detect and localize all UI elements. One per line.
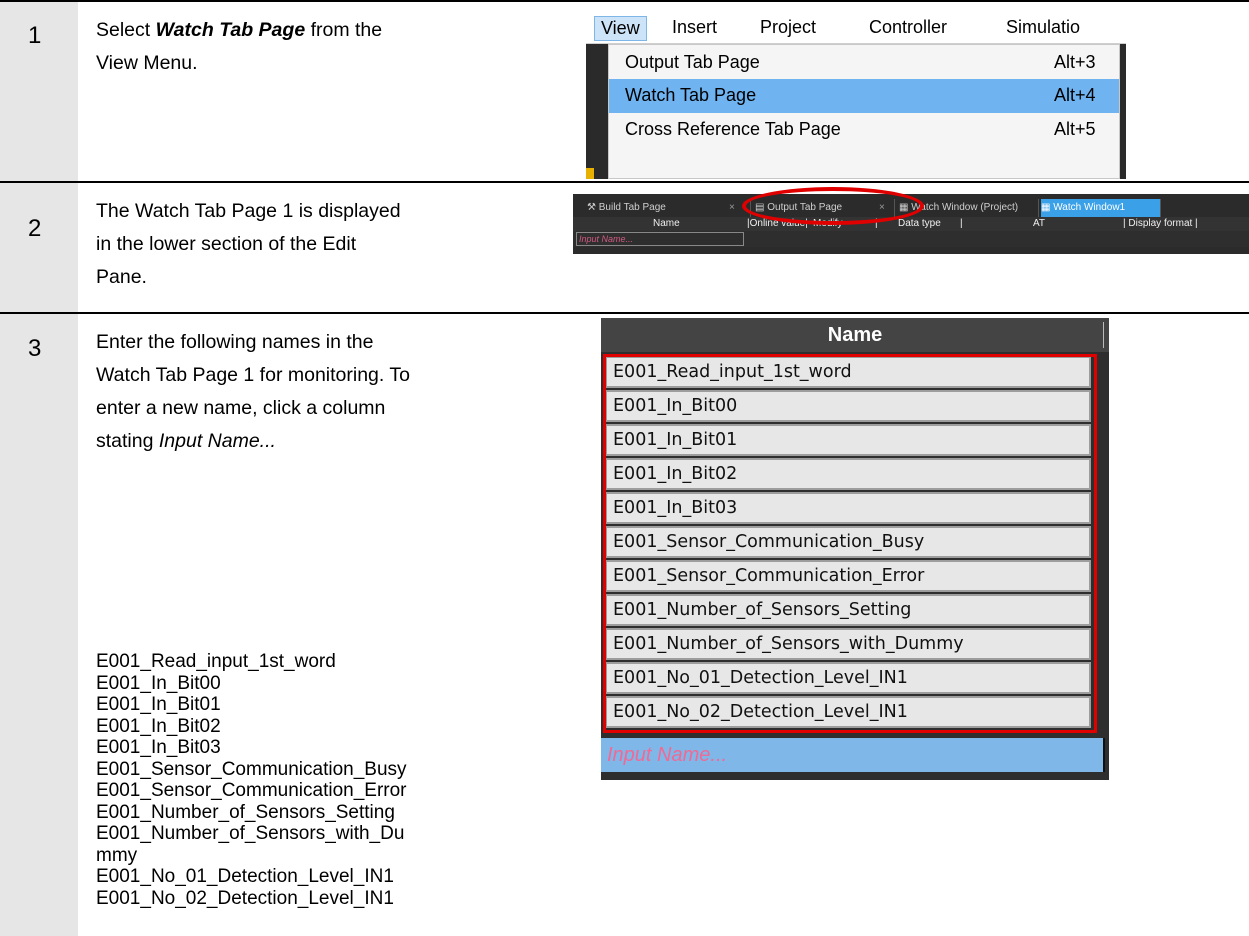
column-header: Name	[653, 218, 680, 229]
view-menu-screenshot: View Insert Project Controller Simulatio…	[586, 14, 1126, 179]
step-2-line: Pane.	[96, 266, 147, 288]
step-3-line: Enter the following names in the	[96, 331, 374, 353]
column-divider	[1103, 738, 1105, 772]
menu-item-output-tab-page[interactable]: Output Tab Page Alt+3	[609, 46, 1119, 80]
highlight-ellipse	[742, 187, 924, 225]
menu-bar: View Insert Project Controller Simulatio	[586, 14, 1126, 44]
menu-simulation[interactable]: Simulatio	[1006, 17, 1080, 38]
tab-watch-window1[interactable]: ▦ Watch Window1	[1041, 199, 1161, 217]
list-item: E001_Read_input_1st_word	[96, 651, 336, 672]
menu-insert[interactable]: Insert	[672, 17, 717, 38]
close-icon[interactable]: ×	[729, 199, 735, 217]
step-number: 1	[28, 22, 42, 49]
step-1-emphasis: Watch Tab Page	[155, 19, 306, 41]
menu-view[interactable]: View	[594, 16, 647, 41]
column-header: Data type	[898, 218, 941, 229]
toolbar-accent	[586, 168, 594, 179]
menu-project[interactable]: Project	[760, 17, 816, 38]
step-2-line: The Watch Tab Page 1 is displayed	[96, 200, 401, 222]
step-1-text: Select	[96, 19, 156, 41]
step-1-line-2: View Menu.	[96, 52, 198, 74]
list-item: E001_Number_of_Sensors_with_Du	[96, 823, 405, 844]
list-item: E001_Sensor_Communication_Error	[96, 780, 407, 801]
tab-label: Watch Window1	[1053, 202, 1126, 213]
tab-label: Watch Window (Project)	[911, 202, 1019, 213]
watch-icon: ▦	[1041, 202, 1051, 213]
list-item: E001_In_Bit00	[96, 672, 221, 694]
step-number-cell-2	[0, 183, 78, 312]
step-3-text: stating	[96, 430, 159, 452]
watch-input-row: Input Name...	[573, 231, 1249, 247]
menu-item-label: Cross Reference Tab Page	[625, 119, 841, 139]
editor-background	[1120, 44, 1126, 179]
list-item: E001_No_02_Detection_Level_IN1	[96, 887, 394, 909]
highlight-box	[603, 354, 1097, 733]
row-divider-1	[0, 181, 1249, 183]
list-item: mmy	[96, 844, 138, 866]
menu-controller[interactable]: Controller	[869, 17, 947, 38]
step-number-cell-3	[0, 314, 78, 936]
column-divider	[1103, 322, 1104, 348]
step-number: 2	[28, 215, 42, 242]
menu-item-label: Output Tab Page	[625, 52, 760, 72]
view-dropdown-menu: Output Tab Page Alt+3 Watch Tab Page Alt…	[608, 44, 1120, 179]
list-item: E001_Number_of_Sensors_Setting	[96, 801, 395, 823]
list-item: E001_No_01_Detection_Level_IN1	[96, 866, 394, 887]
menu-item-shortcut: Alt+5	[1054, 119, 1096, 139]
hammer-icon: ⚒	[587, 202, 596, 213]
list-item: E001_In_Bit02	[96, 715, 221, 737]
list-item: E001_Sensor_Communication_Busy	[96, 758, 407, 780]
menu-item-shortcut: Alt+3	[1054, 52, 1096, 72]
menu-item-label: Watch Tab Page	[625, 85, 757, 105]
step-1-text-after: from the	[305, 19, 383, 41]
list-item: E001_In_Bit01	[96, 694, 221, 715]
column-header: |	[960, 218, 963, 229]
step-number: 3	[28, 335, 42, 362]
name-column-header: Name	[601, 318, 1109, 352]
list-item: E001_In_Bit03	[96, 737, 221, 758]
tab-label: Build Tab Page	[598, 202, 666, 213]
step-1-line-1: Select Watch Tab Page from the	[96, 14, 382, 47]
menu-item-shortcut: Alt+4	[1054, 85, 1096, 105]
editor-background	[586, 44, 608, 179]
table-top-rule	[0, 0, 1249, 2]
menu-item-cross-reference-tab-page[interactable]: Cross Reference Tab Page Alt+5	[609, 113, 1119, 147]
column-header: AT	[1033, 218, 1046, 229]
step-3-emphasis: Input Name...	[158, 430, 276, 452]
watch-names-screenshot: Name E001_Read_input_1st_word E001_In_Bi…	[601, 318, 1109, 780]
step-2-line: in the lower section of the Edit	[96, 233, 357, 255]
menu-item-watch-tab-page[interactable]: Watch Tab Page Alt+4	[609, 79, 1119, 113]
step-3-line: stating Input Name...	[96, 425, 410, 458]
input-name-field[interactable]: Input Name...	[601, 738, 1103, 772]
step-3-description: Enter the following names in the Watch T…	[96, 326, 410, 458]
column-header: | Display format |	[1123, 218, 1198, 229]
watch-column-headers: Name |Online value| Modify | Data type |…	[573, 217, 1249, 231]
step-1-description: Select Watch Tab Page from the View Menu…	[96, 14, 382, 80]
step-2-description: The Watch Tab Page 1 is displayed in the…	[96, 195, 401, 294]
step-3-line: enter a new name, click a column	[96, 397, 386, 419]
input-name-field[interactable]: Input Name...	[576, 232, 744, 246]
row-divider-2	[0, 312, 1249, 314]
step-3-line: Watch Tab Page 1 for monitoring. To	[96, 364, 410, 386]
variable-name-list: E001_Read_input_1st_word E001_In_Bit00 E…	[96, 651, 407, 909]
tab-build[interactable]: ⚒ Build Tab Page ×	[587, 199, 751, 217]
